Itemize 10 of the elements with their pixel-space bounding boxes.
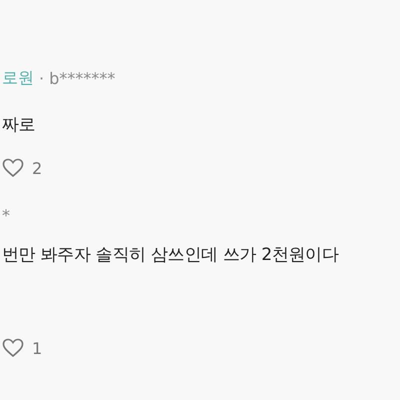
comment-text: 짜로 [2, 114, 36, 136]
comment-text: 번만 봐주자 솔직히 삼쓰인데 쓰가 2천원이다 [2, 244, 340, 266]
heart-icon[interactable] [2, 338, 24, 358]
like-count: 1 [32, 338, 42, 358]
heart-icon[interactable] [2, 158, 24, 178]
user-id: * [2, 206, 10, 224]
user-id: b******* [49, 68, 116, 88]
like-count: 2 [32, 158, 42, 178]
separator-dot: · [39, 68, 44, 88]
author-name: 로원 [2, 68, 34, 88]
